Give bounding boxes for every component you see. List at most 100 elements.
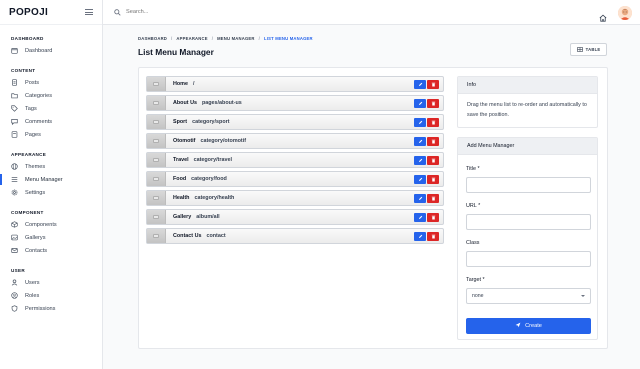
sidebar-section-title: CONTENT	[11, 68, 36, 73]
menu-item-url: category/sport	[192, 119, 230, 125]
edit-icon[interactable]	[414, 232, 426, 241]
create-button[interactable]: Create	[466, 318, 591, 334]
drag-handle-icon[interactable]	[147, 191, 166, 205]
menu-item-row[interactable]: Otomotif category/otomotif	[146, 133, 444, 149]
sidebar-item-label: Gallerys	[25, 234, 46, 241]
sidebar-item-users[interactable]: Users	[11, 276, 102, 289]
edit-icon[interactable]	[414, 80, 426, 89]
drag-handle-icon[interactable]	[147, 229, 166, 243]
sidebar-item-pages[interactable]: Pages	[11, 128, 102, 141]
menu-item-title: Travel	[173, 157, 189, 163]
sidebar-item-label: Categories	[25, 92, 53, 99]
menu-item-row[interactable]: Home /	[146, 76, 444, 92]
menu-item-row[interactable]: Health category/health	[146, 190, 444, 206]
drag-handle-icon[interactable]	[147, 153, 166, 167]
sidebar-nav: DASHBOARD Dashboard CONTENT Posts Categories…	[0, 36, 102, 315]
delete-icon[interactable]	[427, 118, 439, 127]
target-select[interactable]: none	[466, 288, 591, 304]
delete-icon[interactable]	[427, 156, 439, 165]
sidebar-item-menu-manager[interactable]: Menu Manager	[0, 173, 102, 186]
logo[interactable]: POPOJI	[9, 7, 48, 18]
drag-handle-icon[interactable]	[147, 210, 166, 224]
search-input[interactable]	[126, 9, 246, 15]
sidebar-section-title: USER	[11, 268, 25, 273]
menu-item-row[interactable]: Gallery album/all	[146, 209, 444, 225]
sidebar-item-gallerys[interactable]: Gallerys	[11, 231, 102, 244]
sidebar-item-label: Users	[25, 279, 40, 286]
delete-icon[interactable]	[427, 80, 439, 89]
edit-icon[interactable]	[414, 118, 426, 127]
table-button-label: TABLE	[585, 47, 601, 52]
sidebar-item-components[interactable]: Components	[11, 218, 102, 231]
folder-icon	[11, 92, 18, 99]
url-field[interactable]	[466, 214, 591, 230]
menu-item-title: Otomotif	[173, 138, 196, 144]
hamburger-menu-icon[interactable]	[85, 9, 93, 15]
breadcrumb-separator: /	[171, 36, 173, 41]
home-icon[interactable]	[599, 9, 607, 22]
sidebar-item-roles[interactable]: Roles	[11, 289, 102, 302]
menu-item-row[interactable]: About Us pages/about-us	[146, 95, 444, 111]
drag-handle-icon[interactable]	[147, 77, 166, 91]
drag-handle-icon[interactable]	[147, 172, 166, 186]
sidebar-item-label: Themes	[25, 163, 46, 170]
sidebar-header: POPOJI	[0, 0, 102, 25]
edit-icon[interactable]	[414, 137, 426, 146]
breadcrumb-dashboard[interactable]: DASHBOARD	[138, 36, 167, 41]
edit-icon[interactable]	[414, 213, 426, 222]
menu-item-row[interactable]: Sport category/sport	[146, 114, 444, 130]
delete-icon[interactable]	[427, 213, 439, 222]
delete-icon[interactable]	[427, 99, 439, 108]
menu-item-title: Health	[173, 195, 190, 201]
sidebar-item-categories[interactable]: Categories	[11, 89, 102, 102]
create-button-label: Create	[525, 323, 542, 329]
edit-icon[interactable]	[414, 156, 426, 165]
delete-icon[interactable]	[427, 232, 439, 241]
edit-icon[interactable]	[414, 175, 426, 184]
menu-item-actions	[414, 99, 439, 108]
menu-item-actions	[414, 194, 439, 203]
avatar[interactable]	[618, 6, 632, 20]
menu-item-row[interactable]: Travel category/travel	[146, 152, 444, 168]
menu-item-title: Sport	[173, 119, 188, 125]
breadcrumb-separator: /	[258, 36, 261, 41]
class-label: Class	[466, 240, 480, 246]
drag-handle-icon[interactable]	[147, 134, 166, 148]
menu-item-actions	[414, 156, 439, 165]
delete-icon[interactable]	[427, 194, 439, 203]
sidebar-item-permissions[interactable]: Permissions	[11, 302, 102, 315]
gear-icon	[11, 189, 18, 196]
info-panel: Info Drag the menu list to re-order and …	[457, 76, 598, 128]
sidebar-item-dashboard[interactable]: Dashboard	[11, 44, 102, 57]
menu-item-title: Food	[173, 176, 187, 182]
menu-item-actions	[414, 80, 439, 89]
menu-item-row[interactable]: Contact Us contact	[146, 228, 444, 244]
menu-item-url: /	[192, 81, 195, 87]
breadcrumb-appearance[interactable]: APPEARANCE	[176, 36, 207, 41]
edit-icon[interactable]	[414, 194, 426, 203]
sidebar-item-themes[interactable]: Themes	[11, 160, 102, 173]
menu-item-actions	[414, 137, 439, 146]
breadcrumb-menu-manager[interactable]: MENU MANAGER	[217, 36, 255, 41]
edit-icon[interactable]	[414, 99, 426, 108]
table-button[interactable]: TABLE	[570, 43, 607, 56]
sidebar-item-label: Posts	[25, 79, 39, 86]
sidebar-item-posts[interactable]: Posts	[11, 76, 102, 89]
drag-handle-icon[interactable]	[147, 96, 166, 110]
class-field[interactable]	[466, 251, 591, 267]
delete-icon[interactable]	[427, 175, 439, 184]
search-icon	[114, 8, 121, 16]
menu-item-title: Contact Us	[173, 233, 202, 239]
title-field[interactable]	[466, 177, 591, 193]
sidebar-item-contacts[interactable]: Contacts	[11, 244, 102, 257]
drag-handle-icon[interactable]	[147, 115, 166, 129]
menu-item-url: category/travel	[193, 157, 232, 163]
menu-item-actions	[414, 118, 439, 127]
sidebar-item-settings[interactable]: Settings	[11, 186, 102, 199]
sidebar-item-tags[interactable]: Tags	[11, 102, 102, 115]
delete-icon[interactable]	[427, 137, 439, 146]
target-label: Target *	[466, 277, 485, 283]
menu-item-actions	[414, 175, 439, 184]
sidebar-item-comments[interactable]: Comments	[11, 115, 102, 128]
menu-item-row[interactable]: Food category/food	[146, 171, 444, 187]
